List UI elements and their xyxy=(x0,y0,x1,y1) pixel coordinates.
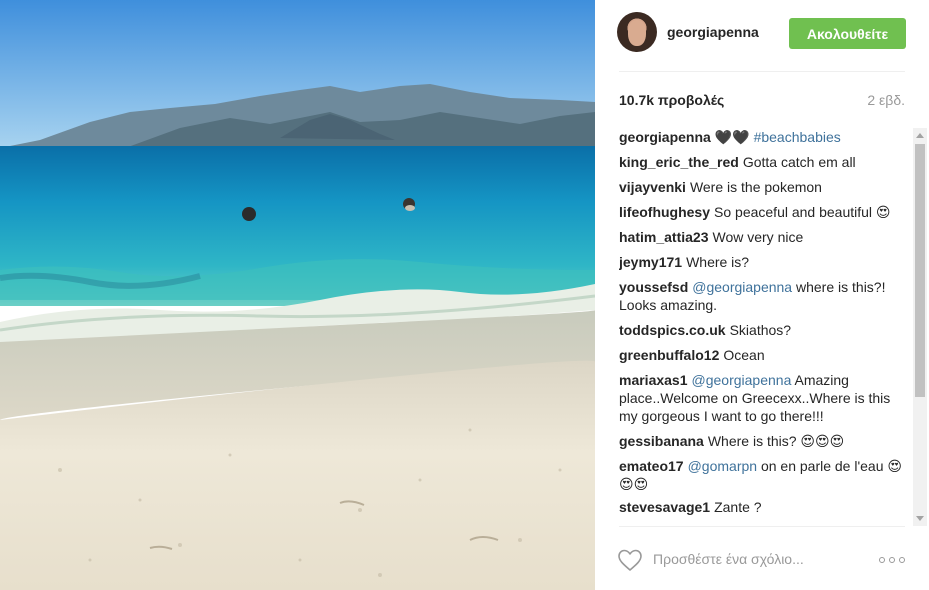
comment-text: Gotta catch em all xyxy=(742,154,856,170)
comment-author[interactable]: gessibanana xyxy=(619,433,704,449)
post-timestamp[interactable]: 2 εβδ. xyxy=(867,92,905,108)
comment-author[interactable]: youssefsd xyxy=(619,279,688,295)
scrollbar-thumb[interactable] xyxy=(915,144,925,397)
comment-author[interactable]: vijayvenki xyxy=(619,179,686,195)
comment-author[interactable]: georgiapenna xyxy=(619,129,711,145)
beach-scene-image xyxy=(0,0,595,590)
comment-text: Ocean xyxy=(723,347,765,363)
mention-link[interactable]: @georgiapenna xyxy=(692,279,792,295)
comment-item: youssefsd @georgiapenna where is this?! L… xyxy=(619,278,909,314)
comment-item: gessibanana Where is this? 😍😍😍 xyxy=(619,432,909,450)
post-username[interactable]: georgiapenna xyxy=(667,24,759,40)
comment-text: Wow very nice xyxy=(712,229,804,245)
scroll-down-arrow-icon[interactable] xyxy=(916,516,924,521)
comment-author[interactable]: toddspics.co.uk xyxy=(619,322,726,338)
comment-item: hatim_attia23 Wow very nice xyxy=(619,228,909,246)
view-count: 10.7k προβολές xyxy=(619,92,725,108)
comment-item: emateo17 @gomarpn on en parle de l'eau 😍😍… xyxy=(619,457,909,493)
post-header: georgiapenna Ακολουθείτε xyxy=(595,0,929,72)
comment-item: king_eric_the_red Gotta catch em all xyxy=(619,153,909,171)
comments-list[interactable]: georgiapenna 🖤🖤 #beachbabies king_eric_th… xyxy=(619,128,909,526)
comment-author[interactable]: king_eric_the_red xyxy=(619,154,739,170)
comment-author[interactable]: stevesavage1 xyxy=(619,499,710,515)
comment-text: Skiathos? xyxy=(729,322,792,338)
comment-text: Where is this? 😍😍😍 xyxy=(707,433,845,449)
comment-item: stevesavage1 Zante ? xyxy=(619,498,909,516)
comment-bar-divider xyxy=(619,526,905,527)
comment-text: 🖤🖤 xyxy=(714,129,750,145)
following-button[interactable]: Ακολουθείτε xyxy=(789,18,906,49)
comment-item: mariaxas1 @georgiapenna Amazing place..We… xyxy=(619,371,909,425)
scroll-up-arrow-icon[interactable] xyxy=(916,133,924,138)
mention-link[interactable]: @gomarpn xyxy=(688,458,757,474)
comment-author[interactable]: hatim_attia23 xyxy=(619,229,708,245)
more-options-icon[interactable] xyxy=(879,557,905,563)
comment-author[interactable]: mariaxas1 xyxy=(619,372,688,388)
hashtag-link[interactable]: #beachbabies xyxy=(754,129,841,145)
comment-item: lifeofhughesy So peaceful and beautiful 😍 xyxy=(619,203,909,221)
comment-author[interactable]: greenbuffalo12 xyxy=(619,347,719,363)
comment-text: Zante ? xyxy=(714,499,762,515)
comment-item: toddspics.co.uk Skiathos? xyxy=(619,321,909,339)
header-divider xyxy=(619,71,905,72)
post-stats: 10.7k προβολές 2 εβδ. xyxy=(619,92,905,112)
post-side-panel: georgiapenna Ακολουθείτε 10.7k προβολές … xyxy=(595,0,929,590)
avatar[interactable] xyxy=(617,12,657,52)
comment-text: So peaceful and beautiful 😍 xyxy=(714,204,891,220)
comment-text: Were is the pokemon xyxy=(689,179,822,195)
post-media-video[interactable] xyxy=(0,0,595,590)
comment-bar xyxy=(595,526,929,590)
comment-item: greenbuffalo12 Ocean xyxy=(619,346,909,364)
comment-item: jeymy171 Where is? xyxy=(619,253,909,271)
instagram-post-view: georgiapenna Ακολουθείτε 10.7k προβολές … xyxy=(0,0,929,590)
comment-author[interactable]: lifeofhughesy xyxy=(619,204,710,220)
comment-author[interactable]: emateo17 xyxy=(619,458,684,474)
add-comment-input[interactable] xyxy=(653,548,853,570)
comment-text: Where is? xyxy=(686,254,750,270)
heart-icon[interactable] xyxy=(617,548,643,572)
comment-item: georgiapenna 🖤🖤 #beachbabies xyxy=(619,128,909,146)
comments-scrollbar[interactable] xyxy=(913,128,927,526)
mention-link[interactable]: @georgiapenna xyxy=(692,372,792,388)
comment-item: vijayvenki Were is the pokemon xyxy=(619,178,909,196)
comment-author[interactable]: jeymy171 xyxy=(619,254,682,270)
